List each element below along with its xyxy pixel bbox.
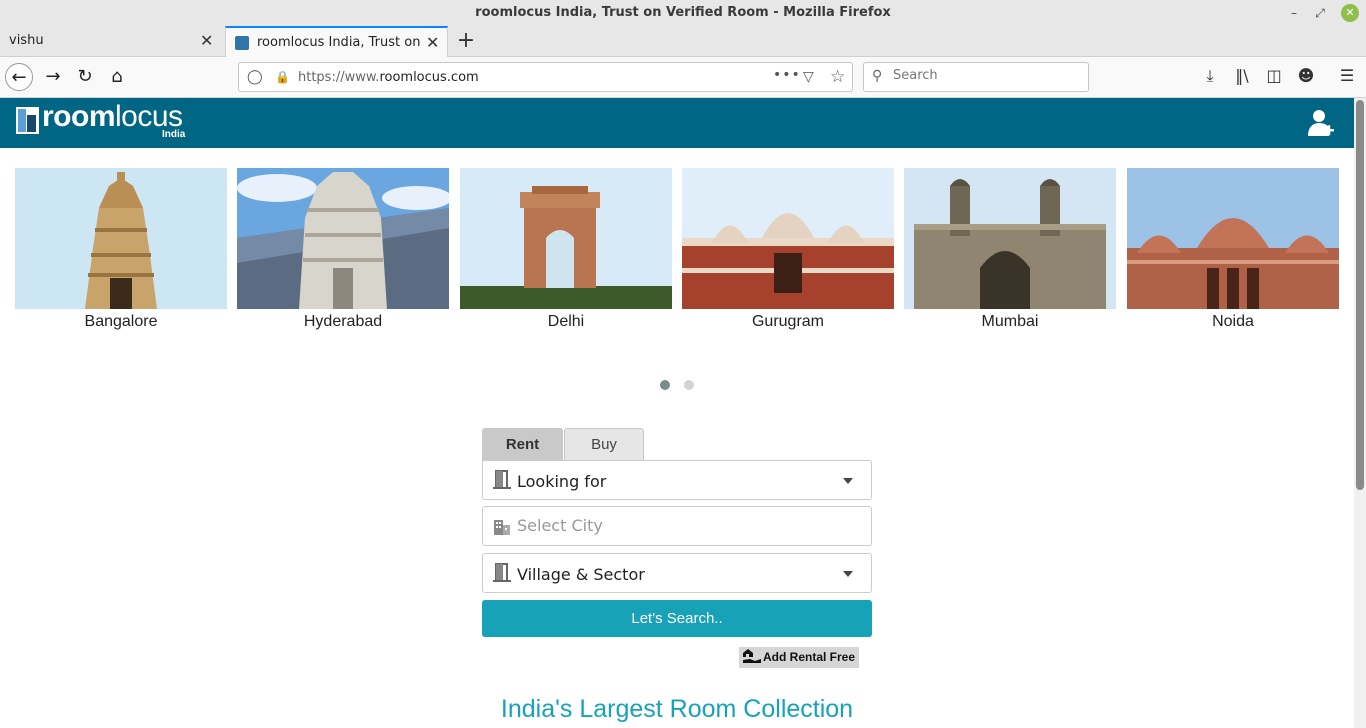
tab-label: roomlocus India, Trust on V xyxy=(257,35,421,50)
tab-close-icon[interactable]: ✕ xyxy=(200,31,213,50)
city-name[interactable]: Mumbai xyxy=(904,313,1116,331)
window-title: roomlocus India, Trust on Verified Room … xyxy=(475,5,891,20)
menu-icon[interactable]: ☰ xyxy=(1336,66,1358,85)
city-card-mumbai[interactable]: Mumbai xyxy=(904,168,1116,331)
page-scrollbar[interactable] xyxy=(1354,98,1366,728)
forward-icon[interactable]: → xyxy=(39,63,67,91)
village-sector-value: Village & Sector xyxy=(517,565,645,584)
buildings-icon xyxy=(494,520,510,535)
logo-text-bold: room xyxy=(42,100,116,133)
city-name[interactable]: Delhi xyxy=(460,313,672,331)
add-rental-label: Add Rental Free xyxy=(763,650,856,664)
carousel-dot[interactable] xyxy=(684,380,694,390)
url-domain: roomlocus.com xyxy=(379,70,479,85)
city-name[interactable]: Bangalore xyxy=(15,313,227,331)
select-city-field[interactable] xyxy=(482,506,872,546)
tab-roomlocus[interactable]: roomlocus India, Trust on V ✕ xyxy=(225,26,448,57)
city-card-hyderabad[interactable]: Hyderabad xyxy=(237,168,449,331)
add-rental-button[interactable]: Add Rental Free xyxy=(739,647,860,668)
city-image[interactable] xyxy=(1127,168,1339,309)
user-add-icon[interactable] xyxy=(1308,108,1334,138)
city-card-gurugram[interactable]: Gurugram xyxy=(682,168,894,331)
home-icon[interactable]: ⌂ xyxy=(103,63,131,91)
site-header: roomlocus India xyxy=(0,98,1354,148)
sidebar-icon[interactable]: ◫ xyxy=(1263,66,1285,85)
minimize-icon[interactable]: – xyxy=(1285,4,1303,22)
city-image[interactable] xyxy=(460,168,672,309)
tab-rent[interactable]: Rent xyxy=(482,428,563,461)
select-city-input[interactable] xyxy=(517,516,847,535)
tab-buy[interactable]: Buy xyxy=(564,428,644,461)
page-actions-icon[interactable]: ••• xyxy=(773,67,801,83)
looking-for-value: Looking for xyxy=(517,472,607,491)
window-titlebar: roomlocus India, Trust on Verified Room … xyxy=(0,0,1366,26)
url-prefix: https://www. xyxy=(298,70,380,85)
logo-subtitle: India xyxy=(162,129,186,140)
city-image[interactable] xyxy=(15,168,227,309)
search-icon: ⚲ xyxy=(872,68,883,84)
bookmark-star-icon[interactable]: ☆ xyxy=(830,67,845,87)
city-card-bangalore[interactable]: Bangalore xyxy=(15,168,227,331)
reload-icon[interactable]: ↻ xyxy=(71,63,99,91)
carousel-dot-active[interactable] xyxy=(660,380,670,390)
new-tab-icon[interactable]: + xyxy=(454,28,478,53)
looking-for-dropdown[interactable]: Looking for xyxy=(482,460,872,500)
city-name[interactable]: Hyderabad xyxy=(237,313,449,331)
search-bar[interactable]: ⚲ xyxy=(863,62,1089,92)
downloads-icon[interactable]: ⤓ xyxy=(1199,66,1221,86)
scrollbar-thumb[interactable] xyxy=(1356,100,1364,490)
page-tagline: India's Largest Room Collection xyxy=(500,695,854,723)
city-image[interactable] xyxy=(682,168,894,309)
house-hand-icon xyxy=(743,649,761,663)
pocket-icon[interactable]: ▽ xyxy=(803,69,814,85)
library-icon[interactable]: ‖\ xyxy=(1231,66,1253,85)
tab-strip: vishu ✕ roomlocus India, Trust on V ✕ xyxy=(0,26,1366,57)
city-card-noida[interactable]: Noida xyxy=(1127,168,1339,331)
tab-vishu[interactable]: vishu ✕ xyxy=(0,26,224,57)
door-icon xyxy=(493,563,511,582)
city-name[interactable]: Gurugram xyxy=(682,313,894,331)
door-icon xyxy=(493,470,511,489)
search-input[interactable] xyxy=(893,68,1073,83)
city-image[interactable] xyxy=(904,168,1116,309)
chevron-down-icon xyxy=(843,571,853,577)
city-image[interactable] xyxy=(237,168,449,309)
restore-icon[interactable]: ⤢ xyxy=(1311,4,1329,22)
shield-icon[interactable]: ◯ xyxy=(247,69,263,85)
logo-mark-icon xyxy=(16,107,39,134)
city-card-delhi[interactable]: Delhi xyxy=(460,168,672,331)
favicon-icon xyxy=(235,36,249,50)
tab-close-icon[interactable]: ✕ xyxy=(426,33,439,52)
lock-icon[interactable]: 🔒 xyxy=(275,70,290,84)
back-icon[interactable]: ← xyxy=(5,63,33,91)
nav-bar: ← → ↻ ⌂ ◯ 🔒 https://www.roomlocus.com ••… xyxy=(0,57,1366,98)
village-sector-dropdown[interactable]: Village & Sector xyxy=(482,553,872,593)
close-window-icon[interactable]: ✕ xyxy=(1341,4,1359,22)
chevron-down-icon xyxy=(843,478,853,484)
url-text[interactable]: https://www.roomlocus.com xyxy=(298,70,479,85)
account-icon[interactable]: ☻ xyxy=(1295,66,1317,85)
city-name[interactable]: Noida xyxy=(1127,313,1339,331)
tab-label: vishu xyxy=(9,33,44,48)
url-bar[interactable]: ◯ 🔒 https://www.roomlocus.com ••• ▽ ☆ xyxy=(238,62,853,92)
search-button[interactable]: Let's Search.. xyxy=(482,600,872,637)
